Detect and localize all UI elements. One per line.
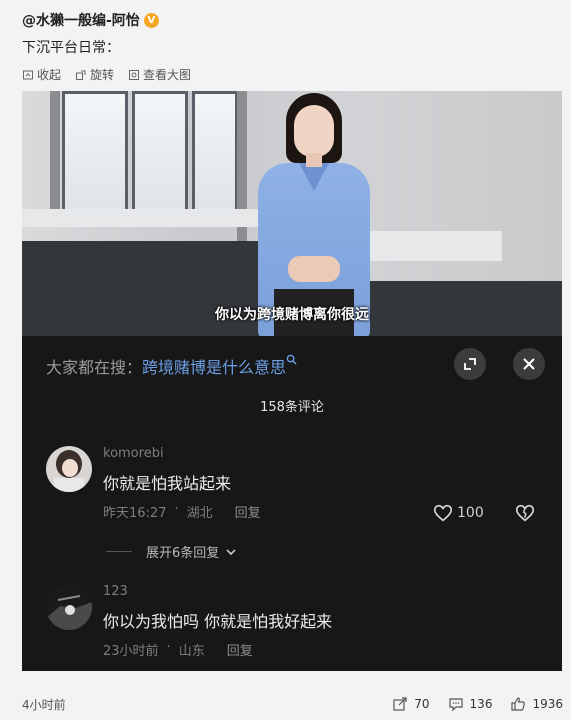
person-face (294, 105, 334, 157)
comment-text: 你就是怕我站起来 (103, 474, 232, 493)
thumbs-up-icon (511, 697, 526, 711)
dislike-button[interactable] (514, 502, 536, 524)
reply-button[interactable]: 回复 (227, 640, 253, 659)
close-icon (523, 358, 535, 370)
view-large-label: 查看大图 (143, 68, 192, 82)
repost-button[interactable]: 70 (392, 696, 430, 712)
trending-search[interactable]: 大家都在搜：跨境赌博是什么意思 (46, 354, 297, 378)
comment-item: 123 你以为我怕吗 你就是怕我好起来 23小时前 · 山东 回复 (46, 584, 556, 664)
comment-author[interactable]: komorebi (103, 446, 164, 461)
window (192, 91, 238, 212)
author-row: @水獭一般编-阿怡 V (22, 10, 561, 30)
expand-icon (464, 358, 476, 370)
repost-icon (393, 697, 407, 711)
comment-button[interactable]: 136 (448, 696, 493, 712)
expand-replies-label: 展开6条回复 (146, 546, 220, 561)
comment-meta: 23小时前 · 山东 回复 (103, 640, 253, 659)
close-button[interactable] (513, 348, 545, 380)
author-name[interactable]: @水獭一般编-阿怡 (22, 10, 140, 30)
rotate-icon (76, 70, 86, 80)
like-count-footer: 1936 (532, 697, 563, 711)
repost-count: 70 (414, 697, 430, 711)
person-hands (288, 256, 340, 282)
collapse-label: 收起 (37, 68, 62, 82)
rotate-label: 旋转 (90, 68, 115, 82)
comment-meta: 昨天16:27 · 湖北 回复 (103, 502, 261, 521)
comment-count: 158条评论 (260, 400, 324, 415)
view-large-button[interactable]: 查看大图 (128, 66, 191, 83)
post-image[interactable]: 你以为跨境赌博离你很远 大家都在搜：跨境赌博是什么意思 158条评论 komor… (22, 91, 562, 671)
video-subtitle: 你以为跨境赌博离你很远 (215, 307, 369, 323)
counter (352, 231, 502, 261)
search-term[interactable]: 跨境赌博是什么意思 (142, 358, 286, 377)
comment-count-footer: 136 (469, 697, 493, 711)
search-prefix: 大家都在搜： (46, 358, 143, 377)
collapse-icon (23, 70, 33, 79)
image-actions: 收起 旋转 查看大图 (22, 66, 191, 83)
like-button[interactable]: 100 (432, 502, 484, 524)
divider-line (106, 551, 132, 552)
expand-replies-button[interactable]: 展开6条回复 (106, 542, 237, 561)
comment-icon (448, 698, 463, 712)
heart-icon (433, 504, 453, 522)
window-frame (50, 91, 60, 226)
avatar[interactable] (46, 446, 92, 492)
comment-location: 山东 (178, 644, 205, 659)
comment-time: 昨天16:27 (103, 506, 167, 521)
comment-text: 你以为我怕吗 你就是怕我好起来 (103, 612, 333, 631)
comment-time: 23小时前 (103, 644, 159, 659)
post-time: 4小时前 (22, 697, 66, 712)
window (132, 91, 188, 212)
window (62, 91, 128, 212)
comment-location: 湖北 (186, 506, 213, 521)
like-count: 100 (457, 505, 484, 521)
counter (22, 209, 262, 227)
avatar[interactable] (46, 584, 92, 630)
rotate-button[interactable]: 旋转 (75, 66, 114, 83)
chevron-down-icon (226, 548, 236, 555)
post-header: @水獭一般编-阿怡 V 下沉平台日常： (22, 10, 561, 57)
view-large-icon (129, 69, 140, 80)
verified-badge-icon: V (143, 12, 159, 28)
collapse-button[interactable]: 收起 (22, 66, 61, 83)
post-footer: 4小时前 70 136 1936 (22, 694, 563, 714)
reply-button[interactable]: 回复 (235, 502, 261, 521)
comment-author[interactable]: 123 (103, 584, 128, 599)
comment-item: komorebi 你就是怕我站起来 昨天16:27 · 湖北 回复 100 (46, 446, 556, 526)
like-post-button[interactable]: 1936 (510, 696, 563, 712)
video-frame: 你以为跨境赌博离你很远 (22, 91, 562, 336)
search-icon (286, 354, 297, 365)
post-text: 下沉平台日常： (22, 40, 120, 56)
fullscreen-button[interactable] (454, 348, 486, 380)
broken-heart-icon (515, 504, 535, 522)
person-neck (306, 153, 322, 167)
